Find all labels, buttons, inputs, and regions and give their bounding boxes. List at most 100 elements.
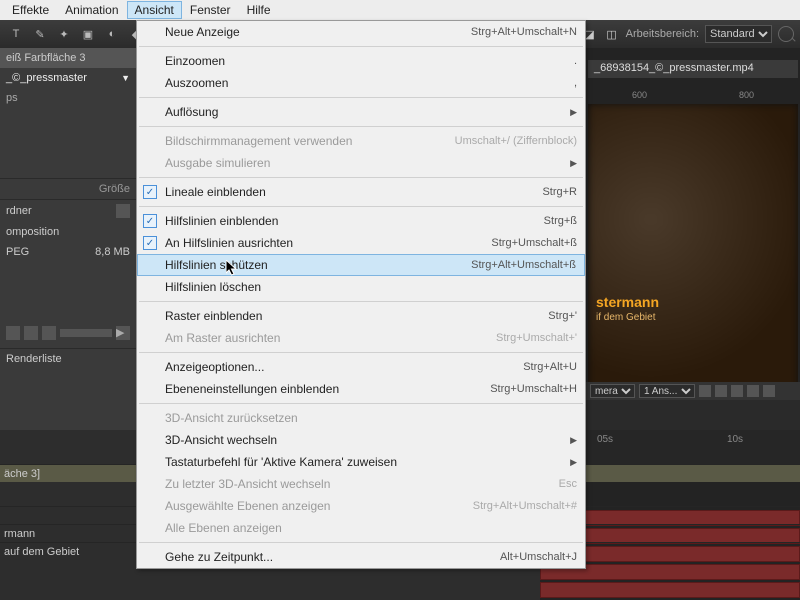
menu-item: Ausgabe simulieren ▶ (137, 152, 585, 174)
dropdown-arrow-icon[interactable]: ▼ (121, 73, 130, 83)
camera-select[interactable]: mera (590, 384, 635, 398)
menu-item: Zu letzter 3D-Ansicht wechselnEsc (137, 473, 585, 495)
menu-item: Alle Ebenen anzeigen (137, 517, 585, 539)
menu-item-label: 3D-Ansicht zurücksetzen (165, 411, 577, 425)
menu-shortcut: . (574, 55, 577, 67)
ansicht-dropdown: Neue AnzeigeStrg+Alt+Umschalt+N Einzoomen… (136, 20, 586, 569)
bin-icon-2[interactable] (24, 326, 38, 340)
menu-item-label: Hilfslinien schützen (165, 258, 471, 272)
check-icon: ✓ (143, 236, 157, 250)
menu-shortcut: Strg+R (542, 186, 577, 198)
preview-panel: _68938154_©_pressmaster.mp4 600800 sterm… (586, 48, 800, 400)
menu-item-label: Neue Anzeige (165, 25, 471, 39)
project-footer-icons: ▶ (0, 322, 136, 344)
submenu-arrow-icon: ▶ (570, 457, 577, 468)
menu-item[interactable]: Einzoomen. (137, 50, 585, 72)
menu-item-label: Anzeigeoptionen... (165, 360, 523, 374)
project-row-folder[interactable]: rdner (0, 199, 136, 222)
menu-item[interactable]: Tastaturbefehl für 'Aktive Kamera' zuwei… (137, 451, 585, 473)
menu-item: Bildschirmmanagement verwendenUmschalt+/… (137, 130, 585, 152)
menu-item: 3D-Ansicht zurücksetzen (137, 407, 585, 429)
menu-item[interactable]: Hilfslinien schützenStrg+Alt+Umschalt+ß (137, 254, 585, 276)
preview-icon-5[interactable] (763, 385, 775, 397)
menu-item-label: Zu letzter 3D-Ansicht wechseln (165, 477, 559, 491)
pen-tool-icon[interactable]: ✎ (32, 26, 48, 42)
menu-item-label: Auflösung (165, 105, 564, 119)
menu-shortcut: Strg+Umschalt+ß (491, 237, 577, 249)
menu-item[interactable]: 3D-Ansicht wechseln▶ (137, 429, 585, 451)
menu-effekte[interactable]: Effekte (4, 1, 57, 19)
caption-subtext: if dem Gebiet (596, 312, 655, 323)
preview-viewport[interactable]: stermann if dem Gebiet (588, 104, 798, 392)
menu-item[interactable]: Auflösung▶ (137, 101, 585, 123)
preview-ruler: 600800 (586, 88, 800, 104)
workspace-select[interactable]: Standard (705, 25, 772, 43)
menu-item[interactable]: Auszoomen, (137, 72, 585, 94)
project-columns: Größe (0, 178, 136, 199)
menu-item-label: Lineale einblenden (165, 185, 542, 199)
project-title[interactable]: _©_pressmaster▼ (0, 68, 136, 88)
menu-item-label: Bildschirmmanagement verwenden (165, 134, 455, 148)
menu-item[interactable]: Ebeneneinstellungen einblendenStrg+Umsch… (137, 378, 585, 400)
menubar: Effekte Animation Ansicht Fenster Hilfe (0, 0, 800, 20)
menu-fenster[interactable]: Fenster (182, 1, 239, 19)
check-icon: ✓ (143, 214, 157, 228)
text-tool-icon[interactable]: T (8, 26, 24, 42)
menu-item-label: Hilfslinien einblenden (165, 214, 544, 228)
eraser-tool-icon[interactable]: ◐ (104, 26, 120, 42)
brush-tool-icon[interactable]: ✦ (56, 26, 72, 42)
bin-icon-3[interactable] (42, 326, 56, 340)
project-subtitle: ps (0, 88, 136, 108)
menu-shortcut: Strg+ß (544, 215, 577, 227)
menu-item-label: Ausgabe simulieren (165, 156, 564, 170)
submenu-arrow-icon: ▶ (570, 158, 577, 169)
menu-animation[interactable]: Animation (57, 1, 126, 19)
project-row-jpeg[interactable]: PEG8,8 MB (0, 242, 136, 262)
toolbar-icon-b[interactable]: ◫ (604, 26, 620, 42)
color-tab[interactable]: eiß Farbfläche 3 (6, 52, 85, 64)
menu-item-label: Gehe zu Zeitpunkt... (165, 550, 500, 564)
menu-hilfe[interactable]: Hilfe (239, 1, 279, 19)
menu-item-label: Hilfslinien löschen (165, 280, 577, 294)
menu-item-label: Alle Ebenen anzeigen (165, 521, 577, 535)
menu-shortcut: Strg+Alt+U (523, 361, 577, 373)
expand-arrow-icon[interactable]: ▶ (116, 326, 130, 340)
preview-icon-2[interactable] (715, 385, 727, 397)
check-icon: ✓ (143, 185, 157, 199)
menu-item-label: Tastaturbefehl für 'Aktive Kamera' zuwei… (165, 455, 564, 469)
menu-item-label: Am Raster ausrichten (165, 331, 496, 345)
menu-item-label: Ebeneneinstellungen einblenden (165, 382, 490, 396)
menu-shortcut: Strg+Alt+Umschalt+ß (471, 259, 576, 271)
menu-ansicht[interactable]: Ansicht (127, 1, 182, 19)
menu-item[interactable]: ✓ Hilfslinien einblendenStrg+ß (137, 210, 585, 232)
menu-item[interactable]: ✓An Hilfslinien ausrichtenStrg+Umschalt+… (137, 232, 585, 254)
bin-icon-1[interactable] (6, 326, 20, 340)
workspace-label: Arbeitsbereich: (626, 28, 699, 40)
search-bar[interactable] (60, 329, 112, 337)
menu-item[interactable]: ✓ Lineale einblendenStrg+R (137, 181, 585, 203)
menu-item-label: Ausgewählte Ebenen anzeigen (165, 499, 473, 513)
preview-icon-3[interactable] (731, 385, 743, 397)
menu-shortcut: Strg+Alt+Umschalt+# (473, 500, 577, 512)
stamp-tool-icon[interactable]: ▣ (80, 26, 96, 42)
menu-shortcut: , (574, 77, 577, 89)
renderlist-tab[interactable]: Renderliste (6, 353, 62, 365)
menu-shortcut: Strg+Alt+Umschalt+N (471, 26, 577, 38)
caption-text: stermann (596, 294, 659, 310)
menu-item[interactable]: Gehe zu Zeitpunkt...Alt+Umschalt+J (137, 546, 585, 568)
menu-item: Ausgewählte Ebenen anzeigenStrg+Alt+Umsc… (137, 495, 585, 517)
preview-footer: mera 1 Ans... (586, 382, 800, 400)
menu-shortcut: Strg+Umschalt+' (496, 332, 577, 344)
search-icon[interactable] (778, 26, 794, 42)
menu-item-label: Einzoomen (165, 54, 574, 68)
menu-item[interactable]: Hilfslinien löschen (137, 276, 585, 298)
preview-icon-1[interactable] (699, 385, 711, 397)
preview-icon-4[interactable] (747, 385, 759, 397)
project-row-comp[interactable]: omposition (0, 222, 136, 242)
preview-tab[interactable]: _68938154_©_pressmaster.mp4 (588, 60, 798, 78)
menu-item[interactable]: Neue AnzeigeStrg+Alt+Umschalt+N (137, 21, 585, 43)
submenu-arrow-icon: ▶ (570, 435, 577, 446)
views-select[interactable]: 1 Ans... (639, 384, 695, 398)
menu-item[interactable]: Raster einblendenStrg+' (137, 305, 585, 327)
menu-item[interactable]: Anzeigeoptionen...Strg+Alt+U (137, 356, 585, 378)
